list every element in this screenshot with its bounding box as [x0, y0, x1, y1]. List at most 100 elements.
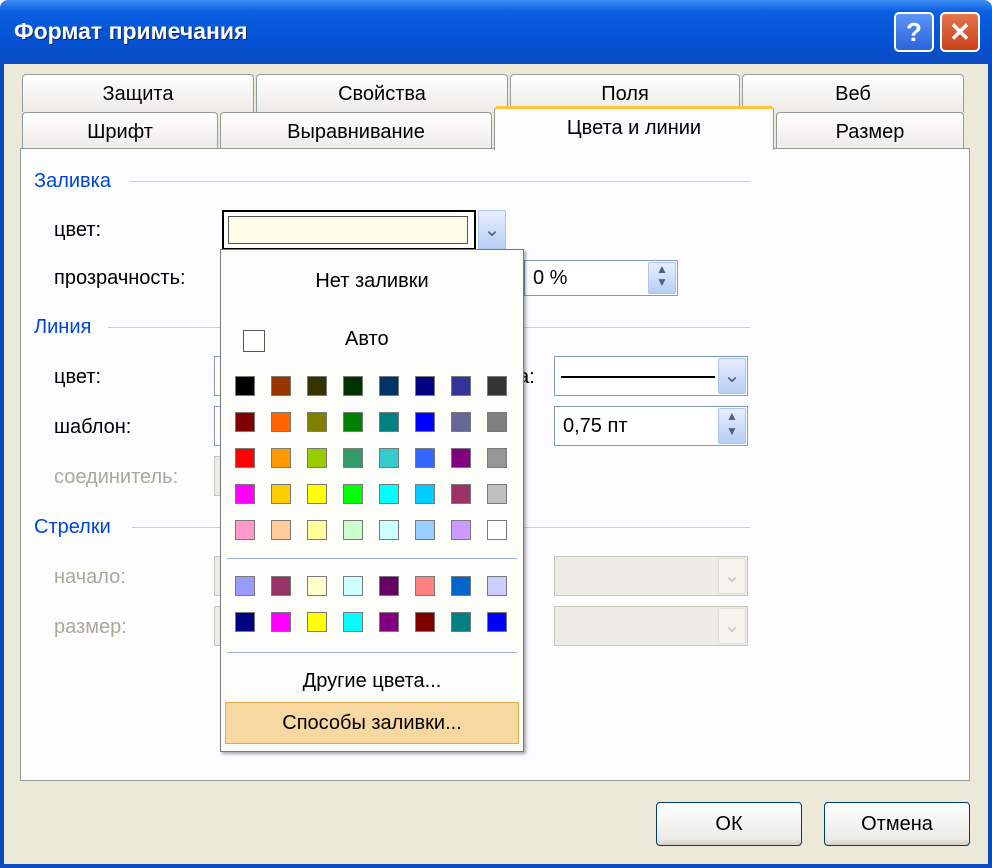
color-swatch[interactable] — [415, 376, 435, 396]
color-swatch[interactable] — [307, 612, 327, 632]
color-swatch[interactable] — [271, 448, 291, 468]
spin-down-icon: ▼ — [726, 424, 738, 438]
arrow-size-label: размер: — [54, 616, 127, 638]
color-swatch[interactable] — [451, 412, 471, 432]
color-swatch[interactable] — [379, 576, 399, 596]
color-swatch[interactable] — [451, 448, 471, 468]
tab-protection[interactable]: Защита — [22, 74, 254, 112]
more-colors-option[interactable]: Другие цвета... — [221, 670, 523, 693]
color-swatch[interactable] — [451, 576, 471, 596]
window-title: Формат примечания — [14, 18, 248, 44]
fill-color-preview — [228, 216, 468, 244]
color-swatch[interactable] — [415, 412, 435, 432]
end-size-dropdown-arrow[interactable]: ⌄ — [718, 608, 746, 644]
color-swatch[interactable] — [307, 576, 327, 596]
line-weight-spinner[interactable]: ▲ ▼ — [718, 408, 746, 444]
fill-effects-option[interactable]: Способы заливки... — [225, 702, 519, 744]
color-swatch[interactable] — [307, 376, 327, 396]
color-swatch[interactable] — [343, 576, 363, 596]
color-swatch[interactable] — [235, 484, 255, 504]
color-swatch[interactable] — [343, 484, 363, 504]
format-comment-dialog: Формат примечания ? ✕ Защита Свойства По… — [0, 0, 992, 868]
color-swatch[interactable] — [451, 612, 471, 632]
color-swatch[interactable] — [343, 612, 363, 632]
fill-color-dropdown[interactable] — [222, 210, 476, 250]
ok-button[interactable]: ОК — [656, 802, 802, 846]
close-button[interactable]: ✕ — [940, 12, 980, 52]
color-swatch[interactable] — [271, 412, 291, 432]
help-button[interactable]: ? — [894, 12, 934, 52]
tab-size[interactable]: Размер — [776, 112, 964, 150]
color-swatch[interactable] — [487, 520, 507, 540]
color-swatch[interactable] — [379, 448, 399, 468]
chevron-down-icon: ⌄ — [723, 615, 741, 637]
color-swatch[interactable] — [271, 484, 291, 504]
fill-color-dropdown-arrow[interactable]: ⌄ — [478, 210, 506, 250]
color-swatch[interactable] — [487, 448, 507, 468]
color-swatch[interactable] — [343, 412, 363, 432]
color-swatch[interactable] — [235, 576, 255, 596]
color-swatch[interactable] — [415, 576, 435, 596]
spin-up-icon: ▲ — [656, 262, 668, 276]
auto-color-option[interactable]: Авто — [345, 328, 389, 351]
color-swatch[interactable] — [487, 376, 507, 396]
color-swatch[interactable] — [487, 484, 507, 504]
auto-color-swatch[interactable] — [243, 330, 265, 352]
transparency-spinner[interactable]: ▲ ▼ — [648, 262, 676, 294]
line-color-label: цвет: — [54, 366, 102, 388]
tab-colors-and-lines[interactable]: Цвета и линии — [494, 106, 774, 150]
line-style-dropdown-arrow[interactable]: ⌄ — [718, 358, 746, 394]
color-swatch[interactable] — [415, 484, 435, 504]
palette-divider — [227, 558, 517, 559]
color-swatch[interactable] — [343, 376, 363, 396]
transparency-value: 0 % — [533, 267, 568, 289]
color-swatch[interactable] — [307, 448, 327, 468]
color-swatch[interactable] — [487, 612, 507, 632]
begin-arrow-label: начало: — [54, 566, 126, 588]
spin-down-icon: ▼ — [656, 275, 668, 289]
color-palette-popup: Нет заливки Авто Другие цвета... Способы… — [220, 249, 524, 752]
color-swatch[interactable] — [379, 520, 399, 540]
title-bar[interactable]: Формат примечания ? ✕ — [0, 0, 992, 64]
cancel-button[interactable]: Отмена — [824, 802, 970, 846]
color-swatch[interactable] — [379, 376, 399, 396]
connector-label: соединитель: — [54, 466, 179, 488]
color-swatch[interactable] — [271, 376, 291, 396]
color-swatch[interactable] — [307, 520, 327, 540]
chevron-down-icon: ⌄ — [483, 219, 501, 241]
arrows-group-label: Стрелки — [34, 516, 111, 538]
tab-font[interactable]: Шрифт — [22, 112, 218, 150]
color-swatch[interactable] — [343, 520, 363, 540]
color-swatch[interactable] — [343, 448, 363, 468]
tab-web[interactable]: Веб — [742, 74, 964, 112]
color-swatch[interactable] — [415, 448, 435, 468]
line-pattern-label: шаблон: — [54, 416, 132, 438]
chevron-down-icon: ⌄ — [723, 565, 741, 587]
end-style-dropdown-arrow[interactable]: ⌄ — [718, 558, 746, 594]
color-swatch[interactable] — [235, 376, 255, 396]
color-swatch[interactable] — [307, 484, 327, 504]
color-swatch[interactable] — [415, 612, 435, 632]
tab-alignment[interactable]: Выравнивание — [220, 112, 492, 150]
color-swatch[interactable] — [487, 576, 507, 596]
color-swatch[interactable] — [379, 612, 399, 632]
color-swatch[interactable] — [235, 448, 255, 468]
color-swatch[interactable] — [379, 484, 399, 504]
color-swatch[interactable] — [451, 520, 471, 540]
color-swatch[interactable] — [271, 612, 291, 632]
fill-group-label: Заливка — [34, 170, 111, 192]
color-swatch[interactable] — [451, 484, 471, 504]
color-swatch[interactable] — [415, 520, 435, 540]
color-swatch[interactable] — [235, 612, 255, 632]
color-swatch[interactable] — [307, 412, 327, 432]
color-swatch[interactable] — [271, 576, 291, 596]
color-swatch[interactable] — [451, 376, 471, 396]
no-fill-option[interactable]: Нет заливки — [221, 270, 523, 293]
color-swatch[interactable] — [379, 412, 399, 432]
color-swatch[interactable] — [235, 412, 255, 432]
color-swatch[interactable] — [271, 520, 291, 540]
color-swatch[interactable] — [487, 412, 507, 432]
tab-properties[interactable]: Свойства — [256, 74, 508, 112]
color-swatch[interactable] — [235, 520, 255, 540]
fill-group-divider — [130, 181, 750, 182]
